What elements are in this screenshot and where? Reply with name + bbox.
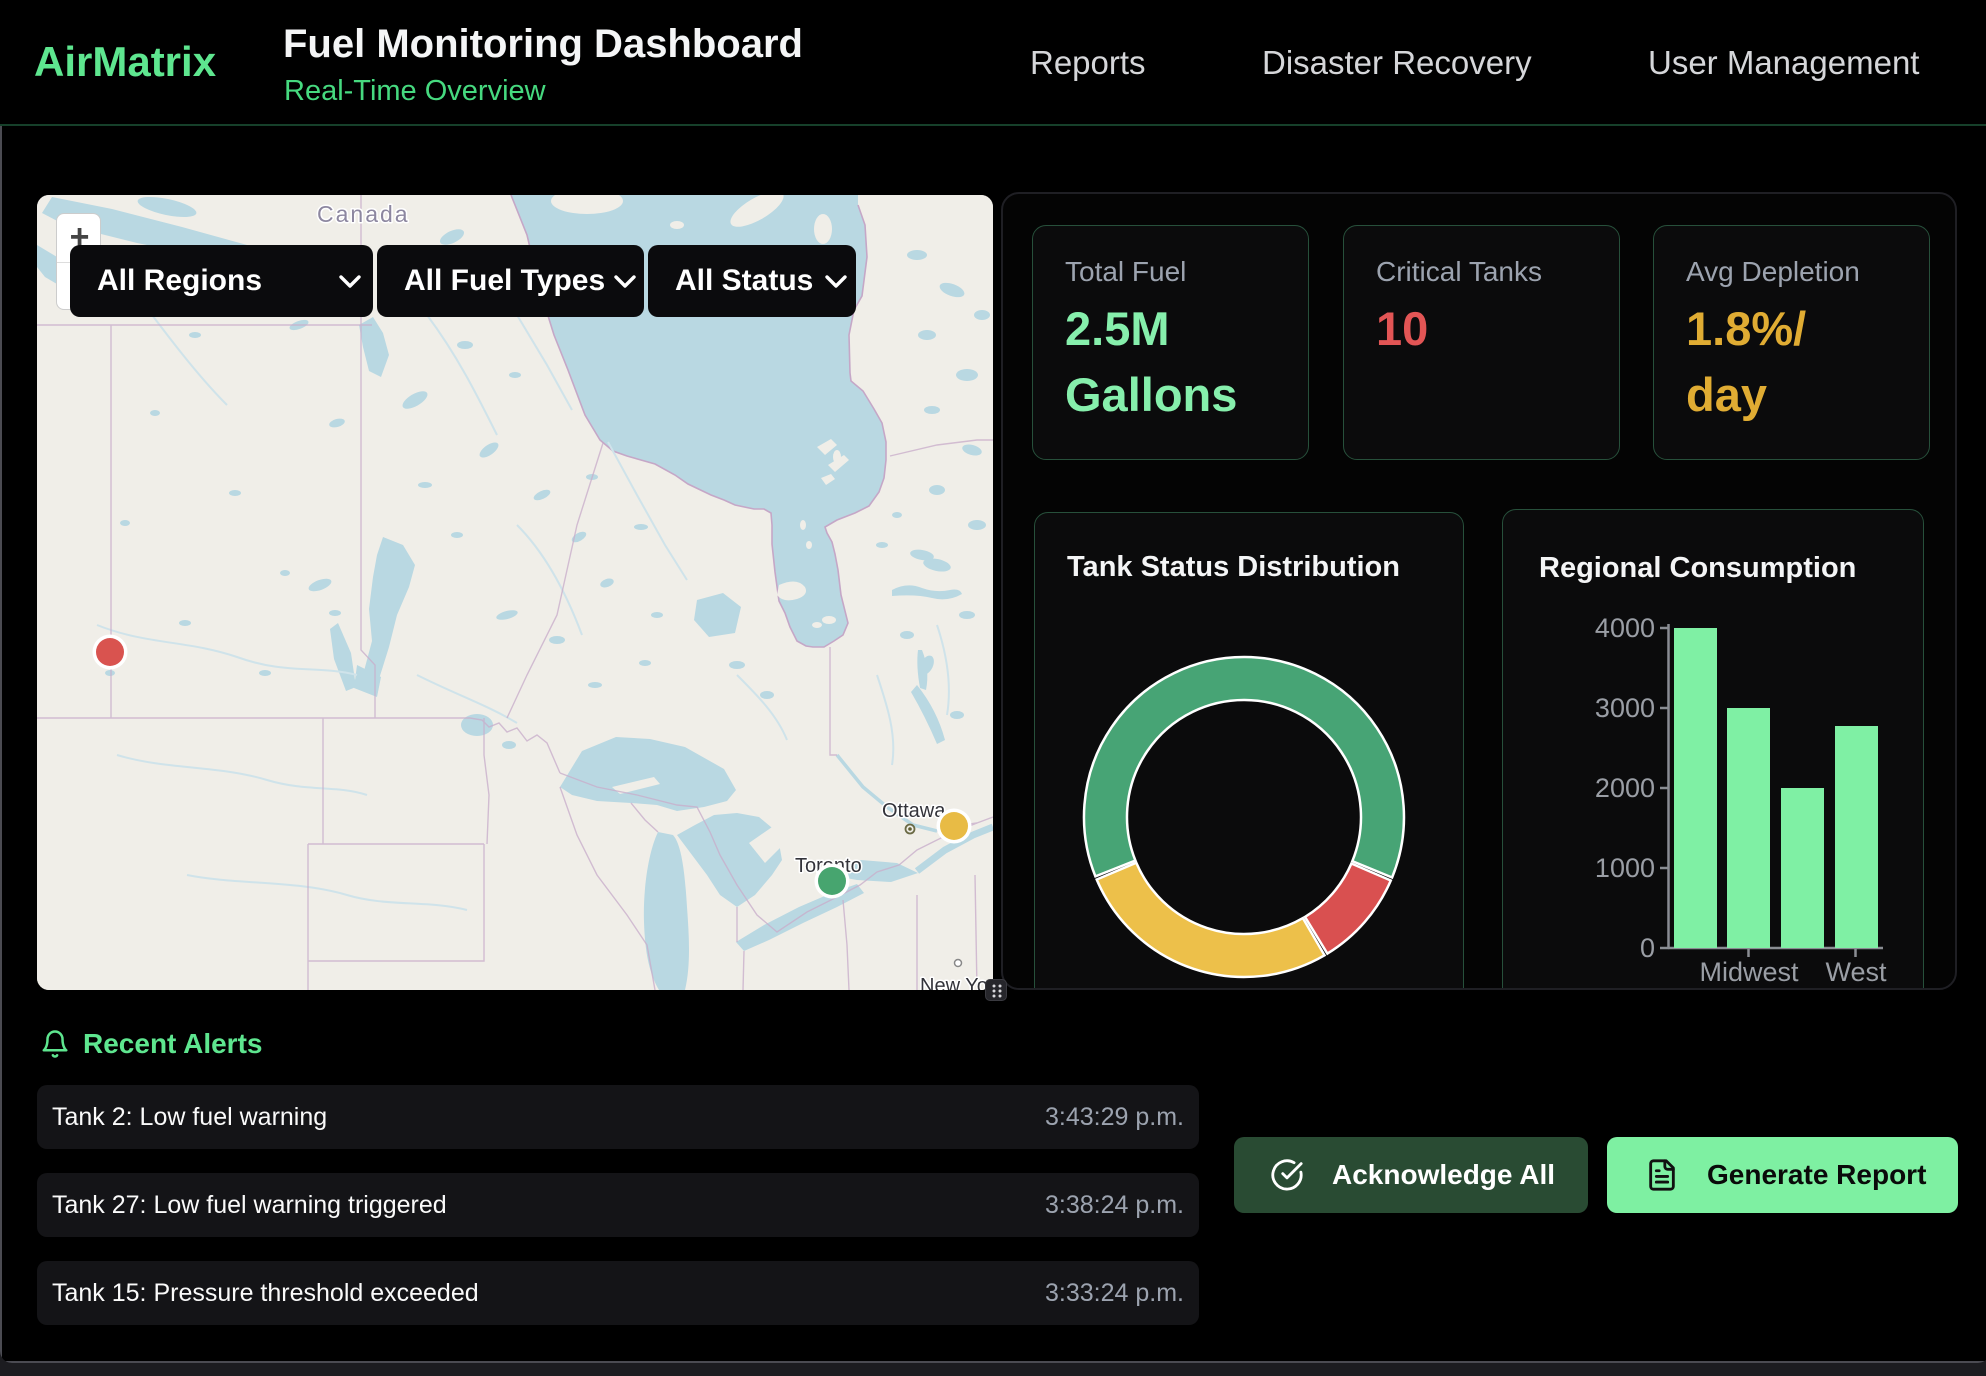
svg-text:New York: New York <box>920 975 993 990</box>
svg-text:2000: 2000 <box>1595 773 1655 803</box>
svg-text:Canada: Canada <box>317 201 410 227</box>
svg-text:West: West <box>1825 957 1887 987</box>
svg-text:Midwest: Midwest <box>1699 957 1799 987</box>
svg-text:0: 0 <box>1640 933 1655 963</box>
svg-text:4000: 4000 <box>1595 613 1655 643</box>
svg-text:3000: 3000 <box>1595 693 1655 723</box>
svg-text:1000: 1000 <box>1595 853 1655 883</box>
svg-text:Ottawa: Ottawa <box>882 800 946 822</box>
